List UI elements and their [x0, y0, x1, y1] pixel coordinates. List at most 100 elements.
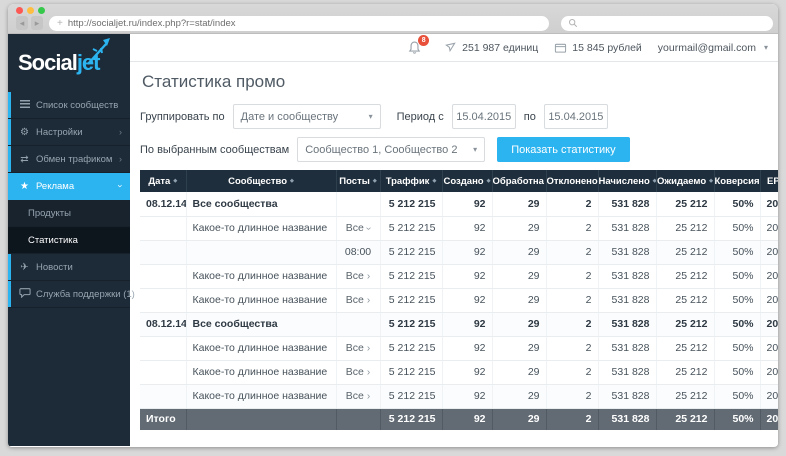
column-label: Создано [444, 176, 484, 187]
cell-value-5: 25 212 [656, 216, 714, 240]
notifications-badge: 8 [418, 35, 429, 46]
column-header-8[interactable]: Ожидаемо◆ [656, 170, 714, 192]
sidebar-menu: Список сообществ⚙Настройки›⇄Обмен трафик… [8, 92, 130, 308]
filters: Группировать по Дате и сообществу ▾ Пери… [140, 104, 770, 162]
posts-dropdown[interactable]: Все› [346, 342, 370, 354]
column-header-3[interactable]: Траффик◆ [380, 170, 442, 192]
cell-value-6: 50% [714, 288, 760, 312]
active-strip [8, 119, 11, 145]
posts-dropdown[interactable]: Все› [346, 366, 370, 378]
cell-date [140, 288, 186, 312]
sidebar-item-settings[interactable]: ⚙Настройки› [8, 119, 130, 146]
sidebar-item-traffic-exchange[interactable]: ⇄Обмен трафиком› [8, 146, 130, 173]
posts-dropdown[interactable]: Все› [346, 294, 370, 306]
table-row: Какое-то длинное названиеВсе›5 212 21592… [140, 360, 778, 384]
column-header-9[interactable]: Коверсия◆ [714, 170, 760, 192]
cell-value-5: 25 212 [656, 336, 714, 360]
column-header-6[interactable]: Отклонено◆ [546, 170, 598, 192]
cell-value-3: 2 [546, 240, 598, 264]
cell-value-0: 5 212 215 [380, 288, 442, 312]
search-input[interactable] [561, 16, 773, 31]
column-header-7[interactable]: Начислено◆ [598, 170, 656, 192]
sidebar-item-products[interactable]: Продукты [8, 200, 130, 227]
cell-date [140, 360, 186, 384]
period-to-input[interactable] [544, 104, 608, 129]
communities-value: Сообщество 1, Сообщество 2 [305, 144, 457, 156]
balance-counter[interactable]: 15 845 рублей [554, 42, 642, 54]
zoom-window-button[interactable] [38, 7, 45, 14]
notifications-button[interactable]: 8 [407, 40, 422, 55]
column-label: Коверсия [715, 176, 760, 187]
group-by-value: Дате и сообществу [241, 111, 338, 123]
column-header-10[interactable]: EPC◆ [760, 170, 778, 192]
column-header-5[interactable]: Обработна◆ [492, 170, 546, 192]
table-row: Какое-то длинное названиеВсе›5 212 21592… [140, 384, 778, 408]
show-statistics-button[interactable]: Показать статистику [497, 137, 629, 162]
address-bar[interactable]: + http://socialjet.ru/index.php?r=stat/i… [49, 16, 549, 31]
total-value-3: 2 [546, 408, 598, 430]
cell-posts: 08:00 [336, 240, 380, 264]
wallet-icon [554, 42, 567, 54]
column-header-4[interactable]: Создано◆ [442, 170, 492, 192]
cell-posts: Все› [336, 264, 380, 288]
chevron-right-icon: › [367, 343, 370, 354]
posts-dropdown[interactable]: Все› [346, 390, 370, 402]
cell-value-7: 20,1% [760, 264, 778, 288]
total-value-7: 20,1% [760, 408, 778, 430]
cell-value-5: 25 212 [656, 384, 714, 408]
rocket-icon [80, 36, 114, 66]
cell-value-4: 531 828 [598, 360, 656, 384]
posts-dropdown[interactable]: Все› [346, 222, 370, 234]
cell-value-3: 2 [546, 360, 598, 384]
cell-posts: Все› [336, 336, 380, 360]
cell-value-4: 531 828 [598, 336, 656, 360]
cell-posts: Все› [336, 384, 380, 408]
browser-window: ◂ ▸ + http://socialjet.ru/index.php?r=st… [8, 4, 778, 447]
communities-select[interactable]: Сообщество 1, Сообщество 2 ▾ [297, 137, 485, 162]
table-row: Какое-то длинное названиеВсе›5 212 21592… [140, 288, 778, 312]
sidebar-item-news[interactable]: ✈Новости [8, 254, 130, 281]
sidebar-item-communities[interactable]: Список сообществ [8, 92, 130, 119]
account-menu[interactable]: yourmail@gmail.com ▾ [658, 42, 768, 54]
cell-value-1: 92 [442, 336, 492, 360]
sidebar-item-ads[interactable]: ★Реклама› [8, 173, 130, 200]
cell-value-4: 531 828 [598, 192, 656, 216]
close-window-button[interactable] [16, 7, 23, 14]
minimize-window-button[interactable] [27, 7, 34, 14]
group-by-label: Группировать по [140, 111, 225, 123]
main-area: 8 251 987 единиц 15 845 рублей yourmail@… [130, 34, 778, 446]
cell-value-1: 92 [442, 192, 492, 216]
column-header-0[interactable]: Дата◆ [140, 170, 186, 192]
forward-icon[interactable]: ▸ [31, 16, 43, 30]
logo[interactable]: Socialjet [8, 34, 130, 92]
column-label: Посты [339, 176, 370, 187]
cell-value-3: 2 [546, 336, 598, 360]
cell-value-2: 29 [492, 336, 546, 360]
table-row: 08:005 212 21592292531 82825 21250%20,1% [140, 240, 778, 264]
sidebar-item-label: Новости [36, 262, 73, 273]
posts-label: Все [346, 294, 364, 306]
cell-community: Какое-то длинное название [186, 384, 336, 408]
units-counter[interactable]: 251 987 единиц [444, 41, 538, 54]
cell-value-5: 25 212 [656, 264, 714, 288]
posts-label: Все [346, 270, 364, 282]
cell-value-0: 5 212 215 [380, 360, 442, 384]
sidebar-item-statistics[interactable]: Статистика [8, 227, 130, 254]
cell-value-1: 92 [442, 384, 492, 408]
group-by-select[interactable]: Дате и сообществу ▾ [233, 104, 381, 129]
sidebar-item-support[interactable]: Служба поддержки (1) [8, 281, 130, 308]
column-label: Сообщество [228, 176, 287, 187]
cell-value-7: 20,1% [760, 384, 778, 408]
cell-value-2: 29 [492, 384, 546, 408]
chevron-right-icon: › [119, 127, 122, 137]
column-header-1[interactable]: Сообщество◆ [186, 170, 336, 192]
cell-posts [336, 192, 380, 216]
posts-dropdown[interactable]: Все› [346, 270, 370, 282]
column-header-2[interactable]: Посты◆ [336, 170, 380, 192]
statistics-table: Дата◆Сообщество◆Посты◆Траффик◆Создано◆Об… [140, 170, 778, 430]
period-from-input[interactable] [452, 104, 516, 129]
back-icon[interactable]: ◂ [16, 16, 28, 30]
cell-value-3: 2 [546, 312, 598, 336]
cell-value-3: 2 [546, 192, 598, 216]
posts-time: 08:00 [345, 246, 371, 258]
